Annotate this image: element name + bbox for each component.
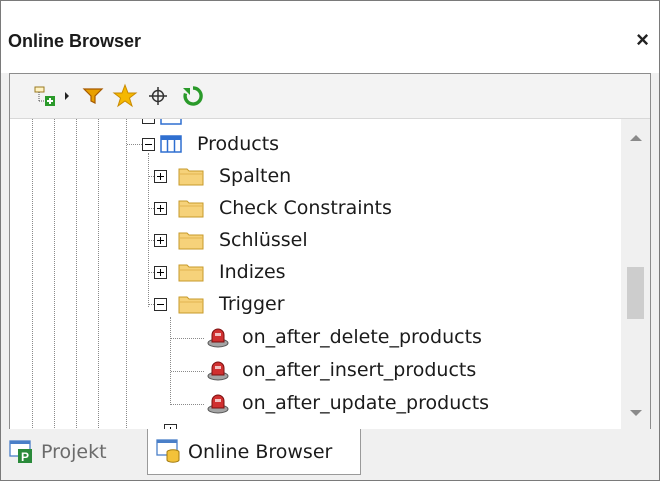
- tree-node-spalten[interactable]: Spalten: [219, 165, 291, 187]
- trigger-icon: [207, 394, 229, 414]
- tree-guide-line: [54, 119, 55, 430]
- project-icon: P: [9, 440, 32, 464]
- chevron-down-icon: [629, 409, 642, 416]
- tree-connector: [171, 371, 204, 372]
- tab-strip: P Projekt Online Browser: [1, 429, 659, 480]
- browser-panel: Products Spalten Check Constraints Schlü…: [9, 73, 651, 431]
- scroll-down-button[interactable]: [621, 399, 650, 427]
- add-object-icon: [34, 86, 55, 106]
- tree-node-trigger-delete[interactable]: on_after_delete_products: [242, 326, 482, 348]
- refresh-icon: [183, 86, 203, 106]
- spalten-expander[interactable]: [154, 170, 167, 183]
- tree-guide-line: [126, 119, 127, 430]
- vertical-scrollbar[interactable]: [621, 119, 650, 430]
- tree-expander[interactable]: [142, 119, 155, 124]
- toolbar: [10, 74, 650, 119]
- tree-guide-line: [170, 317, 171, 405]
- products-expander[interactable]: [142, 138, 155, 151]
- svg-text:P: P: [21, 450, 29, 464]
- scroll-up-button[interactable]: [621, 123, 650, 151]
- tree-view: Products Spalten Check Constraints Schlü…: [10, 119, 620, 430]
- folder-icon: [178, 232, 204, 250]
- table-icon: [160, 135, 182, 153]
- tree-node-indizes[interactable]: Indizes: [219, 261, 286, 283]
- tab-projekt-label: Projekt: [41, 441, 107, 463]
- trigger-icon: [207, 328, 229, 348]
- scroll-thumb[interactable]: [627, 267, 644, 319]
- tree-node-trigger-insert[interactable]: on_after_insert_products: [242, 359, 476, 381]
- favorites-star-icon: [112, 83, 138, 108]
- locate-button[interactable]: [144, 81, 172, 111]
- close-button[interactable]: ×: [636, 27, 649, 53]
- tree-node-check-constraints[interactable]: Check Constraints: [219, 197, 392, 219]
- tab-online-browser-label: Online Browser: [188, 440, 333, 463]
- dropdown-arrow-icon: [65, 92, 69, 100]
- schluessel-expander[interactable]: [154, 234, 167, 247]
- check-constraints-expander[interactable]: [154, 202, 167, 215]
- tree-guide-line: [76, 119, 77, 430]
- filter-button[interactable]: [80, 81, 106, 111]
- window-title: Online Browser: [8, 31, 142, 51]
- tree-node-schluessel[interactable]: Schlüssel: [219, 229, 308, 251]
- online-browser-window: Online Browser × Products Spalten Check …: [0, 0, 660, 481]
- tab-projekt[interactable]: P Projekt: [9, 431, 145, 473]
- title-bar: Online Browser ×: [1, 1, 659, 73]
- tree-connector: [127, 144, 142, 145]
- folder-icon: [178, 264, 204, 282]
- add-object-button[interactable]: [30, 81, 58, 111]
- trigger-icon: [207, 361, 229, 381]
- folder-open-icon: [178, 296, 204, 314]
- tree-connector: [171, 404, 204, 405]
- add-object-dropdown[interactable]: [60, 81, 74, 111]
- refresh-button[interactable]: [178, 81, 208, 111]
- tree-node-trigger[interactable]: Trigger: [219, 293, 285, 315]
- online-browser-icon: [156, 438, 180, 463]
- folder-icon: [178, 200, 204, 218]
- trigger-expander[interactable]: [154, 298, 167, 311]
- tree-node-products[interactable]: Products: [197, 133, 279, 155]
- chevron-up-icon: [629, 134, 642, 141]
- filter-icon: [82, 88, 104, 104]
- folder-icon: [178, 168, 204, 186]
- table-icon: [160, 119, 182, 125]
- tab-online-browser[interactable]: Online Browser: [147, 429, 361, 475]
- tree-guide-line: [98, 119, 99, 430]
- locate-crosshair-icon: [149, 87, 167, 105]
- tree-guide-line: [32, 119, 33, 430]
- favorites-button[interactable]: [110, 81, 140, 111]
- indizes-expander[interactable]: [154, 266, 167, 279]
- tree-connector: [171, 338, 204, 339]
- tree-node-trigger-update[interactable]: on_after_update_products: [242, 392, 489, 414]
